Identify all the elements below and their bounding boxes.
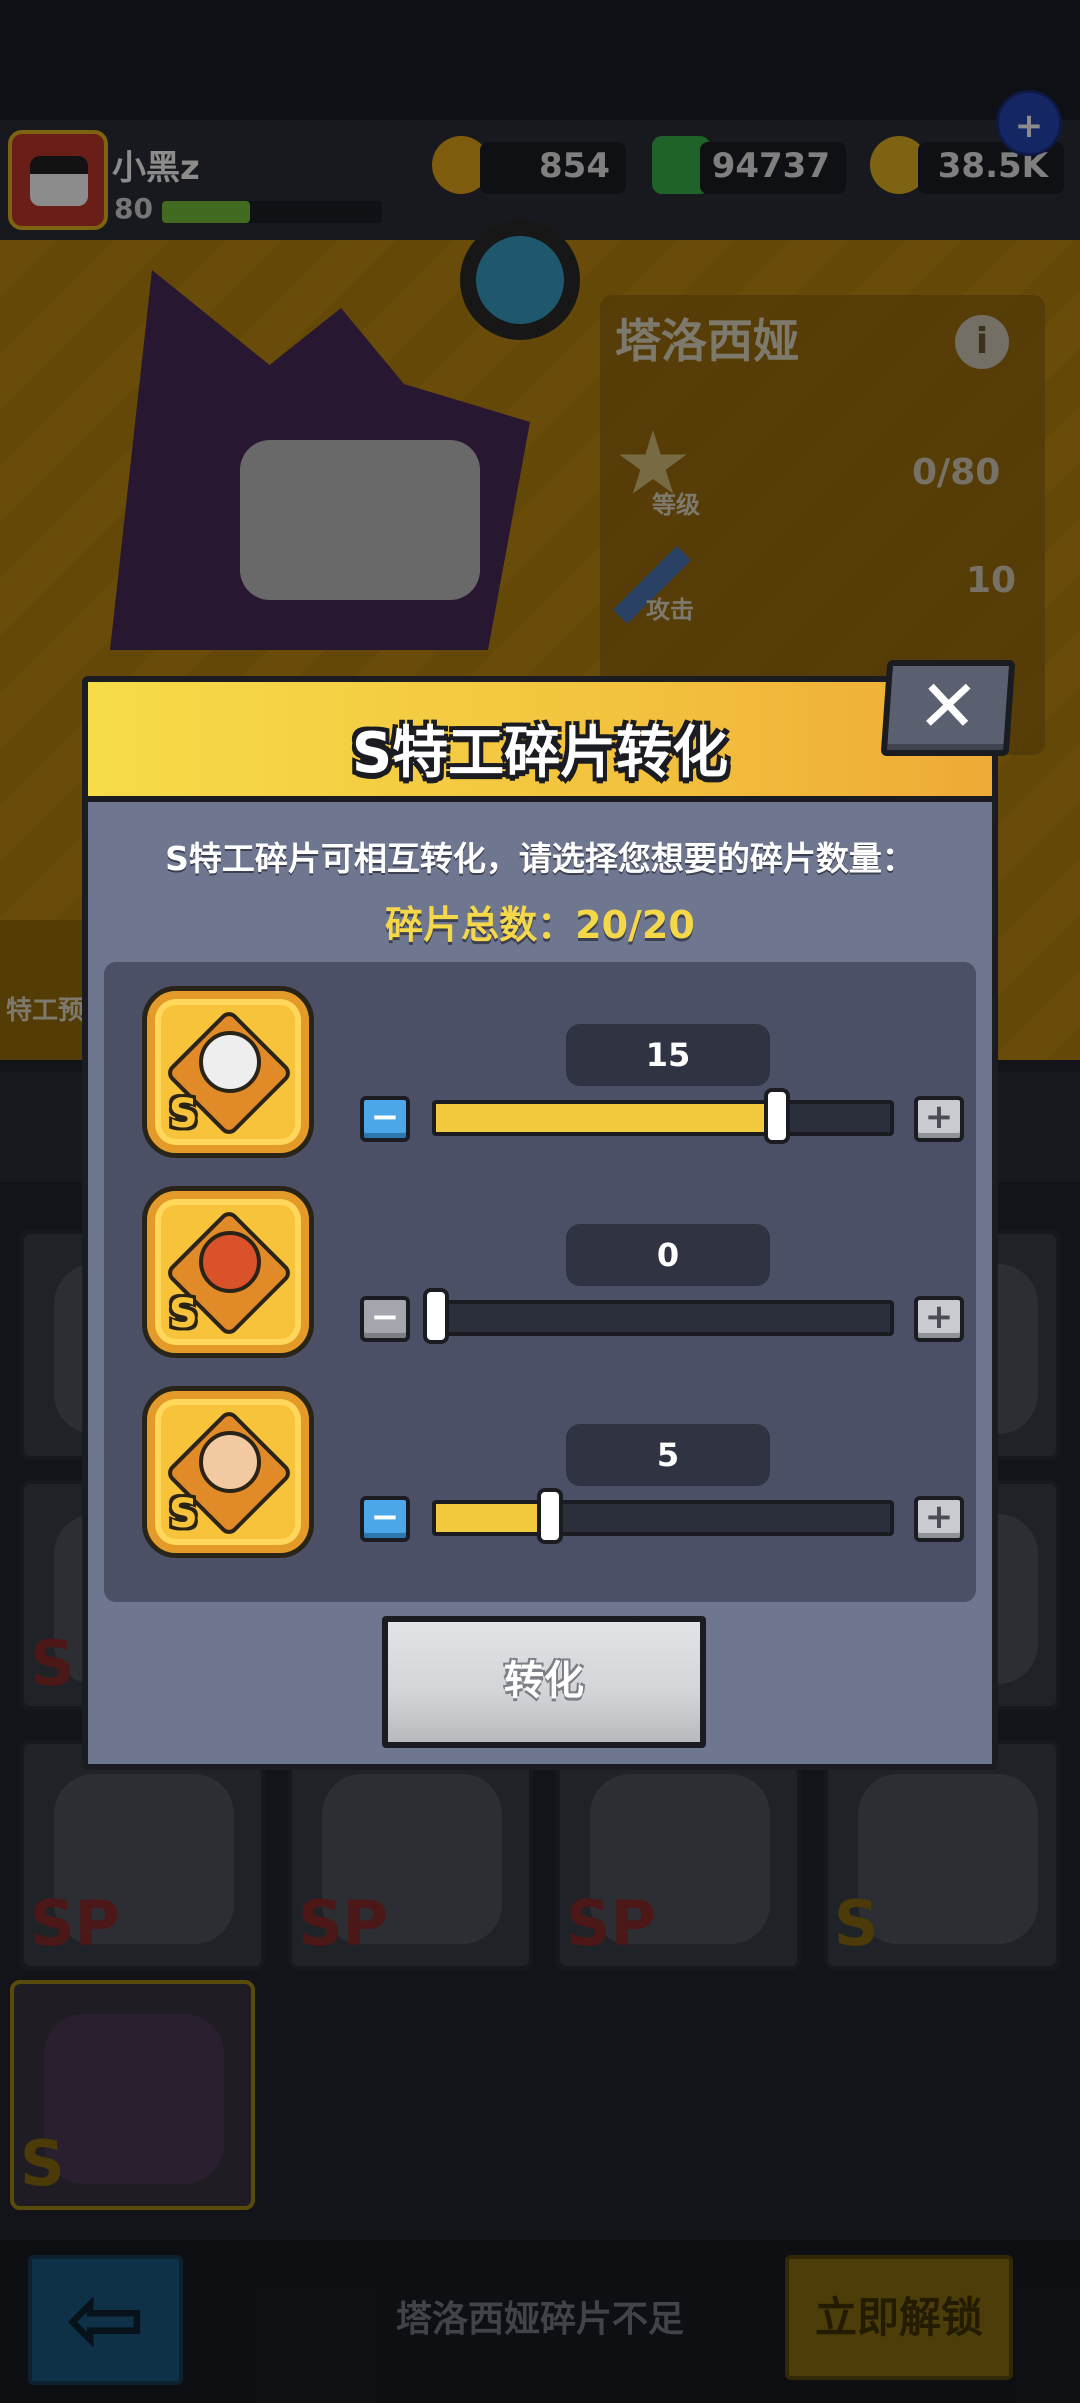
s-rank-mark: S — [169, 1291, 198, 1337]
decrease-button[interactable]: − — [360, 1296, 410, 1342]
shard-puzzle-icon: S — [142, 1186, 314, 1358]
decrease-button[interactable]: − — [360, 1496, 410, 1542]
shard-row: S 0 − + — [104, 1186, 976, 1386]
shard-count: 0 — [566, 1224, 770, 1286]
shard-puzzle-icon: S — [142, 986, 314, 1158]
increase-button[interactable]: + — [914, 1296, 964, 1342]
s-rank-mark: S — [169, 1091, 198, 1137]
decrease-button[interactable]: − — [360, 1096, 410, 1142]
slider-fill — [436, 1104, 777, 1132]
shard-row: S 15 − + — [104, 986, 976, 1186]
dialog-description: S特工碎片可相互转化，请选择您想要的碎片数量： — [165, 839, 915, 878]
shard-slider[interactable] — [423, 1288, 894, 1344]
shard-puzzle-icon: S — [142, 1386, 314, 1558]
shard-slider[interactable] — [432, 1088, 894, 1144]
shard-convert-dialog: S特工碎片转化 S特工碎片可相互转化，请选择您想要的碎片数量： 碎片总数：20/… — [82, 676, 998, 1770]
slider-handle[interactable] — [423, 1288, 449, 1344]
s-rank-mark: S — [169, 1491, 198, 1537]
slider-fill — [436, 1504, 550, 1532]
dialog-header: S特工碎片转化 — [88, 682, 992, 802]
shard-row: S 5 − + — [104, 1386, 976, 1586]
shard-total: 碎片总数：20/20 — [385, 903, 695, 947]
dialog-title: S特工碎片转化 — [351, 721, 729, 786]
shard-count: 5 — [566, 1424, 770, 1486]
slider-handle[interactable] — [536, 1488, 563, 1544]
increase-button[interactable]: + — [914, 1496, 964, 1542]
shard-slider[interactable] — [432, 1488, 894, 1544]
shard-rows-panel: S 15 − + S 0 − + S 5 − + — [104, 962, 976, 1602]
close-dialog-button[interactable]: ✕ — [880, 660, 1016, 756]
slider-handle[interactable] — [763, 1088, 790, 1144]
convert-button[interactable]: 转化 — [382, 1616, 706, 1748]
increase-button[interactable]: + — [914, 1096, 964, 1142]
shard-count: 15 — [566, 1024, 770, 1086]
